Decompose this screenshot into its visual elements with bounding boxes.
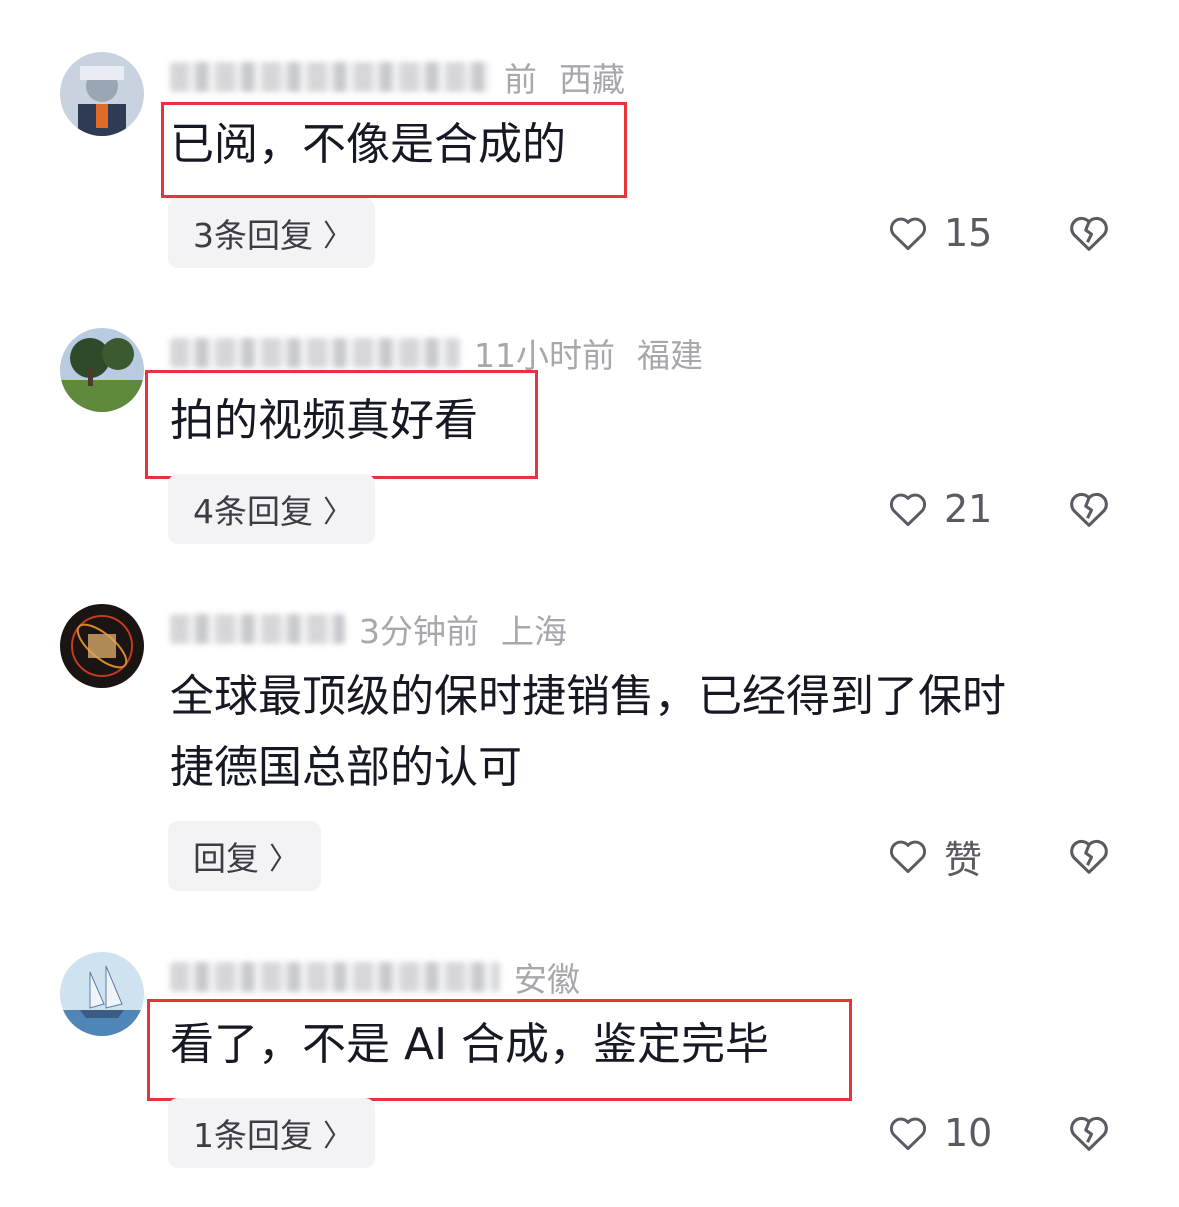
avatar[interactable] bbox=[60, 328, 144, 412]
like-button[interactable]: 10 bbox=[886, 1108, 992, 1158]
comment-meta: 11小时前 福建 bbox=[170, 331, 703, 375]
broken-heart-icon bbox=[1070, 839, 1108, 874]
reply-label: 4条回复 bbox=[193, 492, 313, 531]
like-count: 10 bbox=[944, 1111, 993, 1155]
comment-time: 前 bbox=[504, 60, 537, 99]
dislike-button[interactable] bbox=[1066, 1110, 1112, 1156]
chevron-right-icon: 〉 bbox=[323, 495, 353, 530]
broken-heart-icon bbox=[1070, 492, 1108, 527]
username-blurred[interactable] bbox=[170, 614, 345, 644]
reply-label: 回复 bbox=[193, 839, 259, 878]
like-count: 15 bbox=[944, 211, 993, 255]
username-blurred[interactable] bbox=[170, 962, 500, 992]
heart-outline-icon bbox=[889, 840, 927, 874]
reply-label: 1条回复 bbox=[193, 1116, 313, 1155]
username-blurred[interactable] bbox=[170, 62, 490, 92]
avatar[interactable] bbox=[60, 52, 144, 136]
reply-label: 3条回复 bbox=[193, 216, 313, 255]
like-button[interactable]: 21 bbox=[886, 484, 992, 534]
chevron-right-icon: 〉 bbox=[323, 219, 353, 254]
comment-meta: 安徽 bbox=[170, 955, 580, 999]
reply-button[interactable]: 回复 〉 bbox=[168, 821, 321, 891]
comment-text: 看了，不是 AI 合成，鉴定完毕 bbox=[170, 1019, 770, 1070]
comment-location: 西藏 bbox=[559, 60, 625, 99]
comment-text-line: 捷德国总部的认可 bbox=[170, 742, 522, 793]
avatar[interactable] bbox=[60, 952, 144, 1036]
view-replies-button[interactable]: 4条回复 〉 bbox=[168, 474, 375, 544]
comment-time: 3分钟前 bbox=[359, 612, 479, 651]
heart-outline-icon bbox=[889, 493, 927, 527]
broken-heart-icon bbox=[1070, 216, 1108, 251]
heart-outline-icon bbox=[889, 1117, 927, 1151]
dislike-button[interactable] bbox=[1066, 486, 1112, 532]
view-replies-button[interactable]: 1条回复 〉 bbox=[168, 1098, 375, 1168]
comment-meta: 3分钟前 上海 bbox=[170, 607, 567, 651]
comment-text: 拍的视频真好看 bbox=[170, 395, 478, 446]
comment-meta: 前 西藏 bbox=[170, 55, 625, 99]
username-blurred[interactable] bbox=[170, 338, 460, 368]
chevron-right-icon: 〉 bbox=[269, 842, 299, 877]
chevron-right-icon: 〉 bbox=[323, 1119, 353, 1154]
like-button[interactable]: 赞 bbox=[886, 831, 983, 882]
comment-text-line: 全球最顶级的保时捷销售，已经得到了保时 bbox=[170, 671, 1006, 722]
avatar[interactable] bbox=[60, 604, 144, 688]
comment-text: 已阅，不像是合成的 bbox=[170, 119, 566, 170]
heart-outline-icon bbox=[889, 217, 927, 251]
like-count: 21 bbox=[944, 487, 993, 531]
comment-location: 安徽 bbox=[514, 960, 580, 999]
like-button[interactable]: 15 bbox=[886, 208, 992, 258]
dislike-button[interactable] bbox=[1066, 833, 1112, 879]
comment-location: 福建 bbox=[637, 336, 703, 375]
dislike-button[interactable] bbox=[1066, 210, 1112, 256]
view-replies-button[interactable]: 3条回复 〉 bbox=[168, 198, 375, 268]
like-count: 赞 bbox=[944, 837, 983, 882]
comment-location: 上海 bbox=[501, 612, 567, 651]
broken-heart-icon bbox=[1070, 1116, 1108, 1151]
